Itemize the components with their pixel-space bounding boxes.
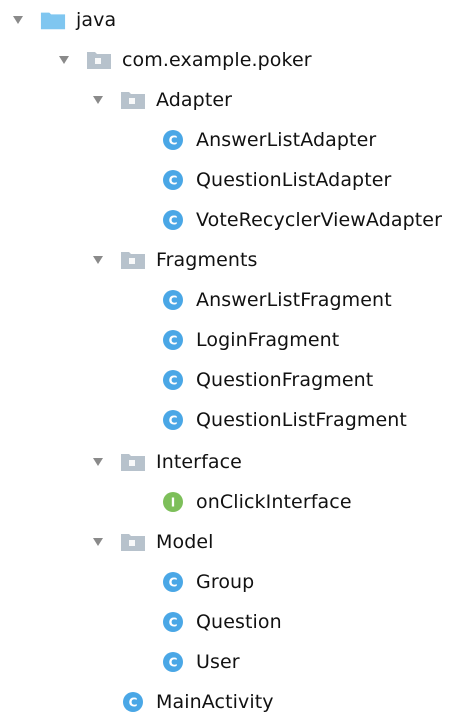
svg-text:C: C [169, 576, 178, 590]
tree-node-label: Interface [156, 450, 242, 473]
tree-node-label: VoteRecyclerViewAdapter [196, 208, 443, 231]
chevron-down-icon[interactable] [92, 94, 104, 106]
interface-icon: I [160, 489, 186, 515]
tree-node-class[interactable]: C LoginFragment [160, 320, 339, 360]
tree-node-label: QuestionFragment [196, 368, 374, 391]
class-icon: C [120, 689, 146, 715]
chevron-down-icon[interactable] [12, 14, 24, 26]
class-icon: C [160, 649, 186, 675]
svg-text:I: I [171, 496, 175, 510]
project-tree: java com.example.poker Adapter C AnswerL… [0, 0, 468, 715]
chevron-down-icon[interactable] [58, 54, 70, 66]
tree-node-class[interactable]: C Group [160, 562, 254, 602]
svg-text:C: C [169, 294, 178, 308]
chevron-down-icon[interactable] [92, 536, 104, 548]
class-icon: C [160, 407, 186, 433]
svg-text:C: C [169, 616, 178, 630]
tree-node-fragments[interactable]: Fragments [92, 240, 258, 280]
chevron-down-icon[interactable] [92, 254, 104, 266]
class-icon: C [160, 569, 186, 595]
package-folder-icon [120, 449, 146, 475]
source-folder-icon [40, 7, 66, 33]
package-folder-icon [120, 87, 146, 113]
tree-node-interface-type[interactable]: I onClickInterface [160, 482, 352, 522]
tree-node-class[interactable]: C AnswerListAdapter [160, 120, 376, 160]
tree-node-class[interactable]: C QuestionFragment [160, 360, 373, 400]
tree-node-label: com.example.poker [122, 48, 312, 71]
svg-text:C: C [129, 696, 138, 710]
class-icon: C [160, 609, 186, 635]
svg-text:C: C [169, 374, 178, 388]
tree-node-class[interactable]: C VoteRecyclerViewAdapter [160, 200, 442, 240]
class-icon: C [160, 207, 186, 233]
tree-node-label: Fragments [156, 248, 258, 271]
tree-node-adapter[interactable]: Adapter [92, 80, 232, 120]
tree-node-class[interactable]: C AnswerListFragment [160, 280, 392, 320]
class-icon: C [160, 287, 186, 313]
tree-node-label: Group [196, 570, 255, 593]
tree-node-label: QuestionListFragment [196, 408, 407, 431]
class-icon: C [160, 327, 186, 353]
tree-node-label: Model [156, 530, 214, 553]
package-folder-icon [120, 247, 146, 273]
tree-node-label: User [196, 650, 240, 673]
class-icon: C [160, 367, 186, 393]
tree-node-label: Adapter [156, 88, 233, 111]
class-icon: C [160, 167, 186, 193]
svg-text:C: C [169, 174, 178, 188]
tree-node-label: MainActivity [156, 690, 274, 713]
svg-text:C: C [169, 134, 178, 148]
tree-node-label: java [76, 8, 117, 31]
tree-node-model[interactable]: Model [92, 522, 214, 562]
tree-node-java[interactable]: java [12, 0, 116, 40]
svg-text:C: C [169, 214, 178, 228]
tree-node-label: QuestionListAdapter [196, 168, 392, 191]
package-folder-icon [86, 47, 112, 73]
tree-node-label: Question [196, 610, 282, 633]
svg-text:C: C [169, 414, 178, 428]
tree-node-package[interactable]: com.example.poker [58, 40, 312, 80]
package-folder-icon [120, 529, 146, 555]
tree-node-label: AnswerListAdapter [196, 128, 377, 151]
tree-node-label: onClickInterface [196, 490, 352, 513]
tree-node-label: LoginFragment [196, 328, 340, 351]
svg-text:C: C [169, 334, 178, 348]
svg-text:C: C [169, 656, 178, 670]
tree-node-class[interactable]: C QuestionListAdapter [160, 160, 391, 200]
tree-node-main-activity[interactable]: C MainActivity [120, 682, 274, 722]
tree-node-class[interactable]: C User [160, 642, 240, 682]
tree-node-label: AnswerListFragment [196, 288, 392, 311]
chevron-down-icon[interactable] [92, 456, 104, 468]
tree-node-class[interactable]: C Question [160, 602, 282, 642]
tree-node-class[interactable]: C QuestionListFragment [160, 400, 407, 440]
tree-node-interface[interactable]: Interface [92, 442, 242, 482]
class-icon: C [160, 127, 186, 153]
